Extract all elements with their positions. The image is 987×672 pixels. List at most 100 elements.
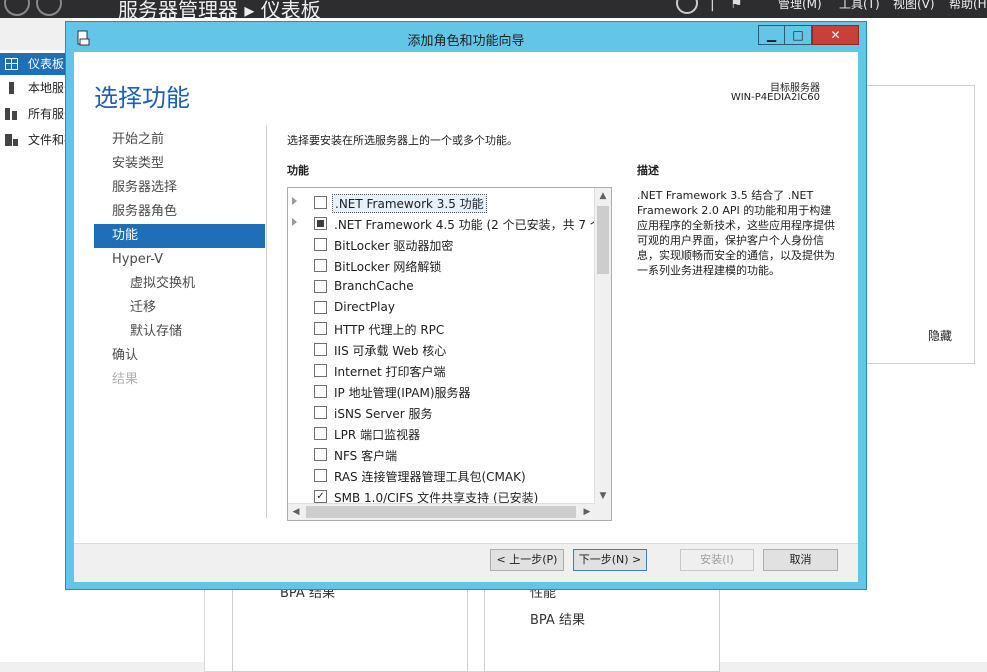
step-confirmation[interactable]: 确认 xyxy=(94,344,265,368)
feature-label: .NET Framework 4.5 功能 (2 个已安装，共 7 个) xyxy=(334,218,607,232)
step-hyper-v[interactable]: Hyper-V xyxy=(94,248,265,272)
divider-icon: | xyxy=(710,0,715,12)
menu-manage[interactable]: 管理(M) xyxy=(778,0,822,12)
forward-icon[interactable] xyxy=(36,0,62,16)
maximize-icon: □ xyxy=(792,28,804,42)
features-tree[interactable]: ✓ SMB 1.0/CIFS 文件共享支持 (已安装) RAS 连接管理器管理工具包… xyxy=(287,187,612,521)
hscroll-thumb[interactable] xyxy=(306,506,576,518)
feature-checkbox[interactable] xyxy=(314,301,327,314)
page-title: 选择功能 xyxy=(94,84,190,112)
feature-label: BitLocker 网络解锁 xyxy=(334,260,442,274)
server-icon xyxy=(9,82,14,94)
sidebar-item-local-server[interactable]: 本地服务器 xyxy=(0,77,72,99)
feature-label: HTTP 代理上的 RPC xyxy=(334,323,445,337)
feature-row[interactable]: IP 地址管理(IPAM)服务器 xyxy=(288,381,597,402)
step-server-roles[interactable]: 服务器角色 xyxy=(94,200,265,224)
feature-checkbox[interactable] xyxy=(314,385,327,398)
bpa-results-right[interactable]: BPA 结果 xyxy=(530,609,585,628)
feature-label: BitLocker 驱动器加密 xyxy=(334,239,454,253)
feature-row[interactable]: BitLocker 网络解锁 xyxy=(288,255,597,276)
feature-label: RAS 连接管理器管理工具包(CMAK) xyxy=(334,470,526,484)
feature-row[interactable]: IIS 可承载 Web 核心 xyxy=(288,339,597,360)
menu-tools[interactable]: 工具(T) xyxy=(839,0,880,12)
feature-description: .NET Framework 3.5 结合了 .NET Framework 2.… xyxy=(637,189,835,277)
close-button[interactable]: ✕ xyxy=(812,25,859,45)
feature-checkbox[interactable] xyxy=(314,364,327,377)
hide-link[interactable]: 隐藏 xyxy=(928,327,952,344)
feature-checkbox[interactable] xyxy=(314,469,327,482)
menu-help[interactable]: 帮助(H) xyxy=(949,0,987,12)
feature-checkbox[interactable] xyxy=(314,280,327,293)
dashboard-tile xyxy=(866,85,975,364)
vertical-scrollbar[interactable]: ▲ ▼ xyxy=(594,188,611,504)
scroll-thumb[interactable] xyxy=(597,206,609,274)
dashboard-icon xyxy=(5,58,18,70)
menu-view[interactable]: 视图(V) xyxy=(893,0,935,12)
feature-checkbox[interactable] xyxy=(314,406,327,419)
previous-button[interactable]: < 上一步(P) xyxy=(490,549,564,571)
feature-row[interactable]: RAS 连接管理器管理工具包(CMAK) xyxy=(288,465,597,486)
sidebar-item-dashboard[interactable]: 仪表板 xyxy=(0,53,72,75)
minimize-button[interactable]: ▁ xyxy=(758,25,785,45)
breadcrumb: 服务器管理器 ▸ 仪表板 xyxy=(118,0,321,18)
feature-row[interactable]: DirectPlay xyxy=(288,297,597,318)
feature-row[interactable]: .NET Framework 4.5 功能 (2 个已安装，共 7 个) xyxy=(288,213,607,234)
wizard-title: 添加角色和功能向导 xyxy=(407,34,525,49)
minimize-icon: ▁ xyxy=(766,28,777,42)
feature-row[interactable]: .NET Framework 3.5 功能 xyxy=(288,192,597,213)
wizard-body: 选择功能 目标服务器 WIN-P4EDIA2IC60 开始之前 安装类型 服务器… xyxy=(74,52,858,543)
expand-arrow-icon[interactable] xyxy=(292,197,297,205)
feature-checkbox[interactable] xyxy=(314,427,327,440)
sidebar-item-all-servers[interactable]: 所有服务器 xyxy=(0,103,72,125)
feature-row[interactable]: LPR 端口监视器 xyxy=(288,423,597,444)
feature-checkbox[interactable] xyxy=(314,343,327,356)
feature-label: LPR 端口监视器 xyxy=(334,428,421,442)
feature-checkbox[interactable] xyxy=(314,322,327,335)
scroll-left-icon[interactable]: ◀ xyxy=(288,504,304,520)
expand-arrow-icon[interactable] xyxy=(292,218,297,226)
feature-row[interactable]: iSNS Server 服务 xyxy=(288,402,597,423)
maximize-button[interactable]: □ xyxy=(785,25,812,45)
step-features[interactable]: 功能 xyxy=(94,224,265,248)
step-server-selection[interactable]: 服务器选择 xyxy=(94,176,265,200)
back-icon[interactable] xyxy=(4,0,30,16)
feature-row[interactable]: BitLocker 驱动器加密 xyxy=(288,234,597,255)
feature-row[interactable]: BranchCache xyxy=(288,276,597,297)
instruction-text: 选择要安装在所选服务器上的一个或多个功能。 xyxy=(287,134,518,147)
feature-row[interactable]: HTTP 代理上的 RPC xyxy=(288,318,597,339)
step-before-you-begin[interactable]: 开始之前 xyxy=(94,128,265,152)
cancel-button[interactable]: 取消 xyxy=(763,549,838,571)
refresh-icon[interactable] xyxy=(676,0,698,14)
scroll-up-icon[interactable]: ▲ xyxy=(595,188,611,204)
step-installation-type[interactable]: 安装类型 xyxy=(94,152,265,176)
step-default-stores[interactable]: 默认存储 xyxy=(94,320,265,344)
feature-checkbox[interactable]: ✓ xyxy=(314,490,327,503)
next-button[interactable]: 下一步(N) > xyxy=(573,549,647,571)
description-header: 描述 xyxy=(637,164,659,177)
feature-checkbox[interactable] xyxy=(314,448,327,461)
scroll-right-icon[interactable]: ▶ xyxy=(579,504,595,520)
feature-label: DirectPlay xyxy=(334,300,395,314)
scroll-down-icon[interactable]: ▼ xyxy=(595,488,611,504)
feature-checkbox[interactable] xyxy=(314,217,327,230)
flag-icon[interactable]: ⚑ xyxy=(730,0,743,12)
features-header: 功能 xyxy=(287,164,309,177)
destination-server-name: WIN-P4EDIA2IC60 xyxy=(730,92,820,103)
feature-row[interactable]: Internet 打印客户端 xyxy=(288,360,597,381)
wizard-titlebar[interactable]: 添加角色和功能向导 ▁ □ ✕ xyxy=(66,22,866,52)
server-manager-sidebar: 仪表板 本地服务器 所有服务器 文件和存储服务 xyxy=(0,50,72,662)
feature-checkbox[interactable] xyxy=(314,196,327,209)
sidebar-item-file-storage[interactable]: 文件和存储服务 xyxy=(0,129,72,151)
server-manager-header: 服务器管理器 ▸ 仪表板 | ⚑ 管理(M) 工具(T) 视图(V) 帮助(H) xyxy=(0,0,987,18)
feature-label: NFS 客户端 xyxy=(334,449,398,463)
step-virtual-switches[interactable]: 虚拟交换机 xyxy=(94,272,265,296)
feature-label: IP 地址管理(IPAM)服务器 xyxy=(334,386,471,400)
feature-row[interactable]: NFS 客户端 xyxy=(288,444,597,465)
feature-checkbox[interactable] xyxy=(314,238,327,251)
feature-checkbox[interactable] xyxy=(314,259,327,272)
install-button: 安装(I) xyxy=(680,549,754,571)
sidebar-item-label: 仪表板 xyxy=(28,57,65,71)
step-results: 结果 xyxy=(112,372,139,387)
step-migration[interactable]: 迁移 xyxy=(94,296,265,320)
horizontal-scrollbar[interactable]: ◀ ▶ xyxy=(288,503,595,520)
